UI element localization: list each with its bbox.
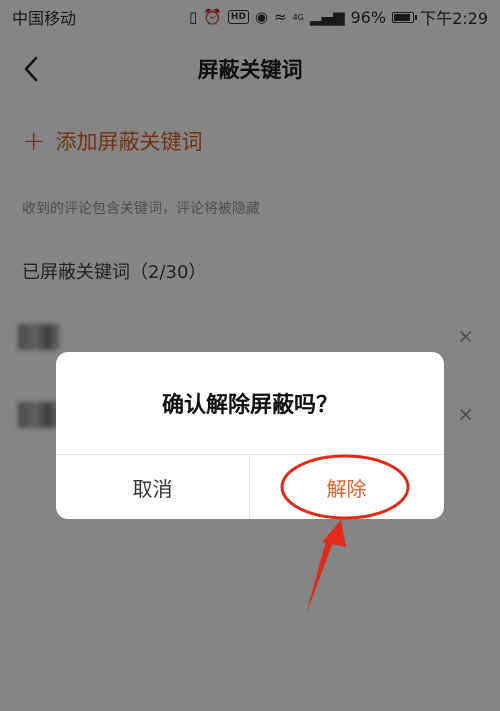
unblock-button[interactable]: 解除 bbox=[250, 455, 443, 519]
cancel-button[interactable]: 取消 bbox=[56, 455, 249, 519]
dialog-message: 确认解除屏蔽吗？ bbox=[161, 393, 338, 418]
confirm-dialog: 确认解除屏蔽吗？ 取消 解除 bbox=[56, 352, 444, 519]
